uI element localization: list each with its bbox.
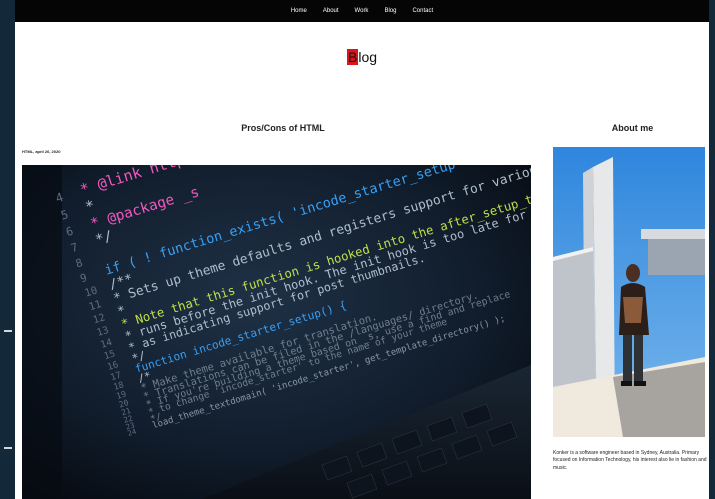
about-portrait [553,147,705,437]
nav-work[interactable]: Work [355,8,369,14]
frame-marker [4,447,12,449]
site-logo[interactable]: Blog [15,49,709,65]
blog-page: Home About Work Blog Contact Blog Pros/C… [15,0,709,499]
portrait-photo [553,147,705,437]
post-meta: HTML, april 26, 2020 [22,149,61,154]
left-frame-strip [0,0,15,499]
nav-about[interactable]: About [323,8,339,14]
nav-contact[interactable]: Contact [412,8,433,14]
right-frame-strip [709,0,715,499]
code-screen-photo: 4* @link https://deve5*6* @package _s7*/… [22,165,531,499]
post-title[interactable]: Pros/Cons of HTML [23,123,543,133]
nav-home[interactable]: Home [291,8,307,14]
frame-marker [4,330,12,332]
top-navigation: Home About Work Blog Contact [15,0,709,22]
about-description: Konker is a software engineer based in S… [553,450,707,471]
post-featured-image[interactable]: 4* @link https://deve5*6* @package _s7*/… [22,165,531,499]
nav-blog[interactable]: Blog [384,8,396,14]
about-title: About me [611,123,654,133]
logo-rest: log [358,49,378,65]
logo-first-letter: B [346,49,359,65]
